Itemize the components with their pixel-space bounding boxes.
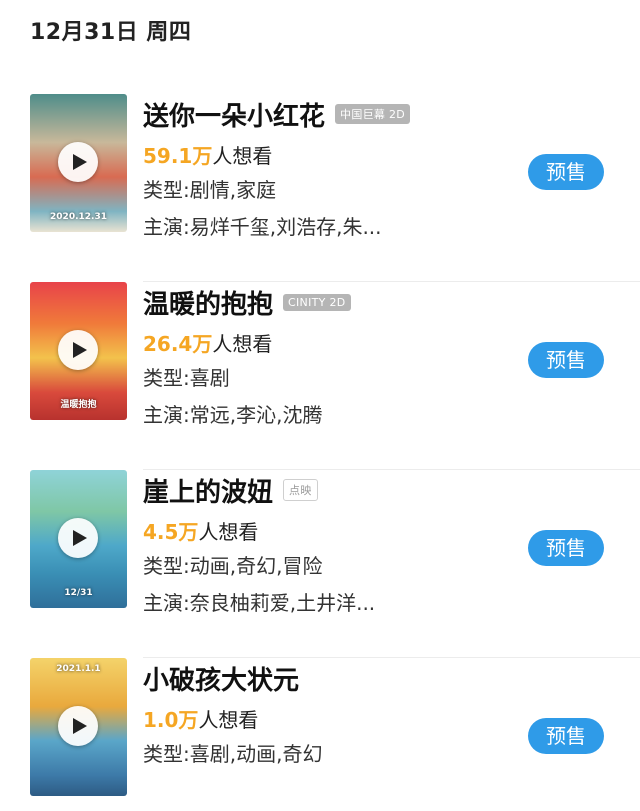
movie-genre: 类型:动画,奇幻,冒险 <box>143 554 323 578</box>
want-suffix: 人想看 <box>212 144 273 168</box>
format-badge: CINITY 2D <box>283 293 351 311</box>
movie-cast: 主演:易烊千玺,刘浩存,朱... <box>143 215 382 239</box>
play-trailer-button[interactable] <box>58 330 98 370</box>
movie-genre: 类型:喜剧 <box>143 366 230 390</box>
movie-info: 温暖的抱抱 CINITY 2D 26.4万 人想看 类型:喜剧 主演:常远,李沁… <box>143 282 523 434</box>
want-to-see: 59.1万 人想看 <box>143 140 523 172</box>
poster-caption: 2021.1.1 <box>56 664 101 674</box>
poster-caption: 温暖抱抱 <box>60 400 97 410</box>
poster-caption: 2020.12.31 <box>50 212 107 222</box>
movie-item[interactable]: 温暖抱抱 温暖的抱抱 CINITY 2D 26.4万 人想看 类型:喜剧 主演:… <box>0 282 640 470</box>
presale-button[interactable]: 预售 <box>528 154 604 190</box>
play-trailer-button[interactable] <box>58 142 98 182</box>
want-count: 4.5万 <box>143 520 199 544</box>
movie-title: 小破孩大状元 <box>143 665 300 696</box>
movie-genre: 类型:剧情,家庭 <box>143 178 277 202</box>
want-count: 1.0万 <box>143 708 199 732</box>
movie-title: 崖上的波妞 <box>143 477 274 508</box>
presale-button[interactable]: 预售 <box>528 718 604 754</box>
format-badge: 中国巨幕 2D <box>335 104 411 124</box>
movie-info: 小破孩大状元 1.0万 人想看 类型:喜剧,动画,奇幻 <box>143 658 523 773</box>
want-to-see: 1.0万 人想看 <box>143 704 523 736</box>
play-icon <box>72 342 87 358</box>
movie-item[interactable]: 12/31 崖上的波妞 点映 4.5万 人想看 类型:动画,奇幻,冒险 主演:奈… <box>0 470 640 658</box>
movie-list: 2020.12.31 送你一朵小红花 中国巨幕 2D 59.1万 人想看 类型:… <box>0 0 640 811</box>
movie-cast: 主演:常远,李沁,沈腾 <box>143 403 323 427</box>
movie-cast: 主演:奈良柚莉爱,土井洋... <box>143 591 376 615</box>
movie-poster[interactable]: 温暖抱抱 <box>30 282 127 420</box>
presale-button[interactable]: 预售 <box>528 530 604 566</box>
movie-info: 崖上的波妞 点映 4.5万 人想看 类型:动画,奇幻,冒险 主演:奈良柚莉爱,土… <box>143 470 523 622</box>
want-count: 26.4万 <box>143 332 213 356</box>
poster-caption: 12/31 <box>64 588 93 598</box>
movie-poster[interactable]: 2020.12.31 <box>30 94 127 232</box>
play-icon <box>72 154 87 170</box>
movie-genre: 类型:喜剧,动画,奇幻 <box>143 742 323 766</box>
movie-item[interactable]: 2020.12.31 送你一朵小红花 中国巨幕 2D 59.1万 人想看 类型:… <box>0 94 640 282</box>
play-trailer-button[interactable] <box>58 518 98 558</box>
play-icon <box>72 530 87 546</box>
movie-poster[interactable]: 12/31 <box>30 470 127 608</box>
want-suffix: 人想看 <box>198 708 259 732</box>
movie-poster[interactable]: 2021.1.1 <box>30 658 127 796</box>
presale-button[interactable]: 预售 <box>528 342 604 378</box>
play-trailer-button[interactable] <box>58 706 98 746</box>
want-count: 59.1万 <box>143 144 213 168</box>
want-suffix: 人想看 <box>198 520 259 544</box>
movie-item[interactable]: 2021.1.1 小破孩大状元 1.0万 人想看 类型:喜剧,动画,奇幻 预售 <box>0 658 640 811</box>
want-to-see: 26.4万 人想看 <box>143 328 523 360</box>
movie-title: 温暖的抱抱 <box>143 289 274 320</box>
movie-info: 送你一朵小红花 中国巨幕 2D 59.1万 人想看 类型:剧情,家庭 主演:易烊… <box>143 94 523 246</box>
play-icon <box>72 718 87 734</box>
want-suffix: 人想看 <box>212 332 273 356</box>
movie-title: 送你一朵小红花 <box>143 101 326 132</box>
format-badge: 点映 <box>283 479 318 501</box>
want-to-see: 4.5万 人想看 <box>143 516 523 548</box>
